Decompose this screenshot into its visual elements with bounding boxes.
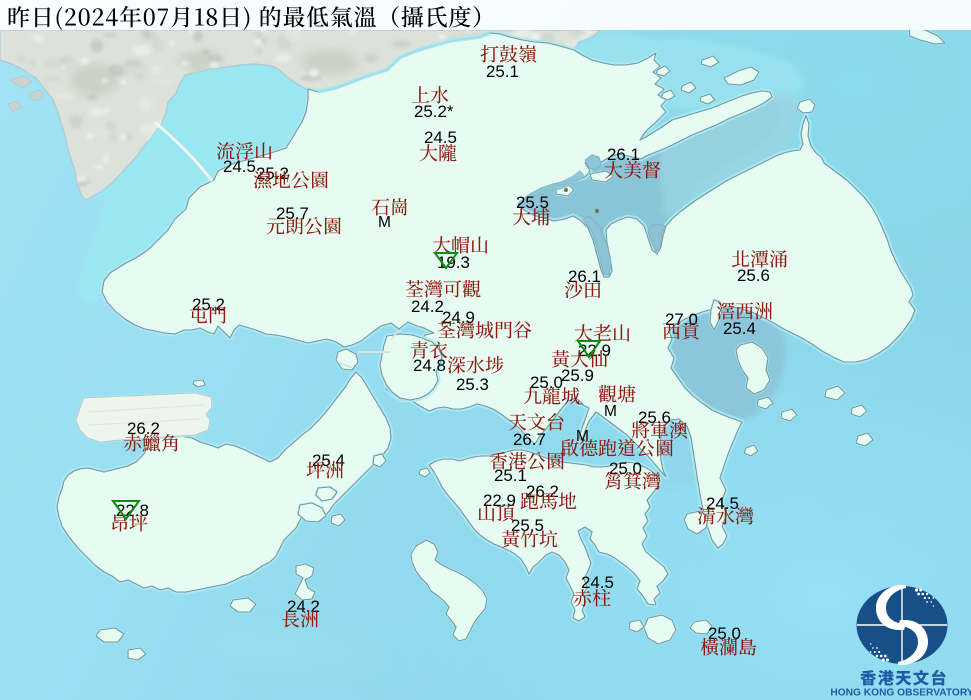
svg-text:24.8: 24.8 xyxy=(413,356,446,375)
svg-text:HONG KONG OBSERVATORY: HONG KONG OBSERVATORY xyxy=(830,688,971,699)
svg-text:26.1: 26.1 xyxy=(607,145,640,164)
svg-text:26.2: 26.2 xyxy=(526,482,559,501)
svg-text:25.2*: 25.2* xyxy=(414,102,454,121)
svg-text:24.5: 24.5 xyxy=(706,494,739,513)
svg-text:24.5: 24.5 xyxy=(223,157,256,176)
svg-text:25.2: 25.2 xyxy=(192,295,225,314)
svg-text:M: M xyxy=(604,403,617,420)
svg-text:24.5: 24.5 xyxy=(424,128,457,147)
svg-text:24.2: 24.2 xyxy=(287,597,320,616)
svg-text:25.4: 25.4 xyxy=(723,319,756,338)
svg-text:22.9: 22.9 xyxy=(483,491,516,510)
svg-text:26.7: 26.7 xyxy=(513,430,546,449)
svg-text:24.5: 24.5 xyxy=(581,573,614,592)
svg-text:24.2: 24.2 xyxy=(411,297,444,316)
svg-text:25.6: 25.6 xyxy=(737,266,770,285)
svg-text:25.3: 25.3 xyxy=(456,375,489,394)
svg-text:25.1: 25.1 xyxy=(486,62,519,81)
svg-text:25.9: 25.9 xyxy=(561,366,594,385)
svg-text:M: M xyxy=(378,214,391,231)
